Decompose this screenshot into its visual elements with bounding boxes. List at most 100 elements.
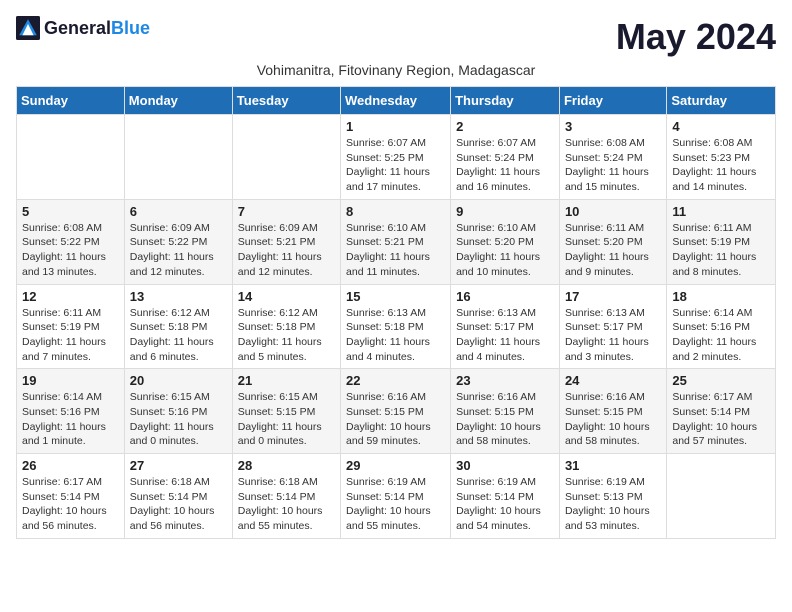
day-number: 28 (238, 458, 335, 473)
page-header: GeneralBlue May 2024 (16, 16, 776, 58)
logo-text: GeneralBlue (44, 18, 150, 39)
calendar-cell: 30 Sunrise: 6:19 AM Sunset: 5:14 PM Dayli… (451, 454, 560, 539)
day-number: 8 (346, 204, 445, 219)
calendar-cell: 14 Sunrise: 6:12 AM Sunset: 5:18 PM Dayli… (232, 284, 340, 369)
day-number: 25 (672, 373, 770, 388)
day-number: 9 (456, 204, 554, 219)
day-number: 17 (565, 289, 661, 304)
day-info: Sunrise: 6:09 AM Sunset: 5:22 PM Dayligh… (130, 221, 227, 280)
day-info: Sunrise: 6:13 AM Sunset: 5:18 PM Dayligh… (346, 306, 445, 365)
calendar-cell: 10 Sunrise: 6:11 AM Sunset: 5:20 PM Dayli… (559, 199, 666, 284)
day-info: Sunrise: 6:18 AM Sunset: 5:14 PM Dayligh… (130, 475, 227, 534)
day-info: Sunrise: 6:19 AM Sunset: 5:14 PM Dayligh… (456, 475, 554, 534)
month-title: May 2024 (616, 16, 776, 58)
calendar-cell: 27 Sunrise: 6:18 AM Sunset: 5:14 PM Dayli… (124, 454, 232, 539)
day-info: Sunrise: 6:14 AM Sunset: 5:16 PM Dayligh… (672, 306, 770, 365)
calendar-cell (667, 454, 776, 539)
day-number: 16 (456, 289, 554, 304)
weekday-header-saturday: Saturday (667, 87, 776, 115)
calendar-cell: 26Sunrise: 6:17 AM Sunset: 5:14 PM Dayli… (17, 454, 125, 539)
day-number: 4 (672, 119, 770, 134)
day-number: 29 (346, 458, 445, 473)
day-number: 13 (130, 289, 227, 304)
day-info: Sunrise: 6:12 AM Sunset: 5:18 PM Dayligh… (238, 306, 335, 365)
day-info: Sunrise: 6:16 AM Sunset: 5:15 PM Dayligh… (456, 390, 554, 449)
day-number: 31 (565, 458, 661, 473)
calendar-cell (232, 115, 340, 200)
calendar-cell: 24 Sunrise: 6:16 AM Sunset: 5:15 PM Dayli… (559, 369, 666, 454)
day-number: 1 (346, 119, 445, 134)
calendar-cell: 3Sunrise: 6:08 AM Sunset: 5:24 PM Daylig… (559, 115, 666, 200)
weekday-header-wednesday: Wednesday (341, 87, 451, 115)
logo-icon (16, 16, 40, 40)
weekday-header-row: SundayMondayTuesdayWednesdayThursdayFrid… (17, 87, 776, 115)
day-info: Sunrise: 6:11 AM Sunset: 5:20 PM Dayligh… (565, 221, 661, 280)
weekday-header-monday: Monday (124, 87, 232, 115)
calendar-cell: 21 Sunrise: 6:15 AM Sunset: 5:15 PM Dayli… (232, 369, 340, 454)
day-info: Sunrise: 6:08 AM Sunset: 5:23 PM Dayligh… (672, 136, 770, 195)
day-info: Sunrise: 6:14 AM Sunset: 5:16 PM Dayligh… (22, 390, 119, 449)
day-number: 15 (346, 289, 445, 304)
day-number: 30 (456, 458, 554, 473)
day-info: Sunrise: 6:16 AM Sunset: 5:15 PM Dayligh… (346, 390, 445, 449)
day-info: Sunrise: 6:07 AM Sunset: 5:24 PM Dayligh… (456, 136, 554, 195)
calendar-cell: 22 Sunrise: 6:16 AM Sunset: 5:15 PM Dayli… (341, 369, 451, 454)
calendar-cell: 6Sunrise: 6:09 AM Sunset: 5:22 PM Daylig… (124, 199, 232, 284)
calendar-week-row: 19 Sunrise: 6:14 AM Sunset: 5:16 PM Dayli… (17, 369, 776, 454)
day-number: 20 (130, 373, 227, 388)
day-number: 2 (456, 119, 554, 134)
day-number: 22 (346, 373, 445, 388)
calendar-cell: 5Sunrise: 6:08 AM Sunset: 5:22 PM Daylig… (17, 199, 125, 284)
day-number: 27 (130, 458, 227, 473)
logo: GeneralBlue (16, 16, 150, 40)
day-number: 26 (22, 458, 119, 473)
day-info: Sunrise: 6:12 AM Sunset: 5:18 PM Dayligh… (130, 306, 227, 365)
calendar-cell: 15 Sunrise: 6:13 AM Sunset: 5:18 PM Dayli… (341, 284, 451, 369)
day-info: Sunrise: 6:19 AM Sunset: 5:14 PM Dayligh… (346, 475, 445, 534)
day-number: 18 (672, 289, 770, 304)
calendar-table: SundayMondayTuesdayWednesdayThursdayFrid… (16, 86, 776, 539)
day-number: 21 (238, 373, 335, 388)
calendar-week-row: 12Sunrise: 6:11 AM Sunset: 5:19 PM Dayli… (17, 284, 776, 369)
calendar-cell: 4 Sunrise: 6:08 AM Sunset: 5:23 PM Daylig… (667, 115, 776, 200)
day-info: Sunrise: 6:10 AM Sunset: 5:21 PM Dayligh… (346, 221, 445, 280)
day-info: Sunrise: 6:19 AM Sunset: 5:13 PM Dayligh… (565, 475, 661, 534)
day-number: 19 (22, 373, 119, 388)
calendar-cell: 9 Sunrise: 6:10 AM Sunset: 5:20 PM Daylig… (451, 199, 560, 284)
calendar-cell: 12Sunrise: 6:11 AM Sunset: 5:19 PM Dayli… (17, 284, 125, 369)
day-info: Sunrise: 6:13 AM Sunset: 5:17 PM Dayligh… (456, 306, 554, 365)
calendar-cell: 28 Sunrise: 6:18 AM Sunset: 5:14 PM Dayli… (232, 454, 340, 539)
day-info: Sunrise: 6:17 AM Sunset: 5:14 PM Dayligh… (672, 390, 770, 449)
day-number: 23 (456, 373, 554, 388)
calendar-week-row: 1 Sunrise: 6:07 AM Sunset: 5:25 PM Daylig… (17, 115, 776, 200)
calendar-cell: 16 Sunrise: 6:13 AM Sunset: 5:17 PM Dayli… (451, 284, 560, 369)
day-info: Sunrise: 6:11 AM Sunset: 5:19 PM Dayligh… (672, 221, 770, 280)
logo-general: General (44, 18, 111, 38)
day-number: 12 (22, 289, 119, 304)
calendar-week-row: 26Sunrise: 6:17 AM Sunset: 5:14 PM Dayli… (17, 454, 776, 539)
day-info: Sunrise: 6:07 AM Sunset: 5:25 PM Dayligh… (346, 136, 445, 195)
day-info: Sunrise: 6:13 AM Sunset: 5:17 PM Dayligh… (565, 306, 661, 365)
calendar-cell: 18 Sunrise: 6:14 AM Sunset: 5:16 PM Dayli… (667, 284, 776, 369)
day-info: Sunrise: 6:09 AM Sunset: 5:21 PM Dayligh… (238, 221, 335, 280)
day-number: 10 (565, 204, 661, 219)
calendar-cell: 11Sunrise: 6:11 AM Sunset: 5:19 PM Dayli… (667, 199, 776, 284)
weekday-header-sunday: Sunday (17, 87, 125, 115)
day-number: 14 (238, 289, 335, 304)
subtitle: Vohimanitra, Fitovinany Region, Madagasc… (16, 62, 776, 78)
day-info: Sunrise: 6:08 AM Sunset: 5:22 PM Dayligh… (22, 221, 119, 280)
calendar-cell: 1 Sunrise: 6:07 AM Sunset: 5:25 PM Daylig… (341, 115, 451, 200)
calendar-cell: 25 Sunrise: 6:17 AM Sunset: 5:14 PM Dayli… (667, 369, 776, 454)
day-info: Sunrise: 6:16 AM Sunset: 5:15 PM Dayligh… (565, 390, 661, 449)
day-number: 24 (565, 373, 661, 388)
day-info: Sunrise: 6:10 AM Sunset: 5:20 PM Dayligh… (456, 221, 554, 280)
calendar-cell: 29 Sunrise: 6:19 AM Sunset: 5:14 PM Dayli… (341, 454, 451, 539)
day-info: Sunrise: 6:18 AM Sunset: 5:14 PM Dayligh… (238, 475, 335, 534)
calendar-cell: 31 Sunrise: 6:19 AM Sunset: 5:13 PM Dayli… (559, 454, 666, 539)
calendar-cell: 13 Sunrise: 6:12 AM Sunset: 5:18 PM Dayli… (124, 284, 232, 369)
calendar-cell: 7Sunrise: 6:09 AM Sunset: 5:21 PM Daylig… (232, 199, 340, 284)
day-info: Sunrise: 6:15 AM Sunset: 5:15 PM Dayligh… (238, 390, 335, 449)
calendar-cell: 19 Sunrise: 6:14 AM Sunset: 5:16 PM Dayli… (17, 369, 125, 454)
logo-blue: Blue (111, 18, 150, 38)
calendar-week-row: 5Sunrise: 6:08 AM Sunset: 5:22 PM Daylig… (17, 199, 776, 284)
